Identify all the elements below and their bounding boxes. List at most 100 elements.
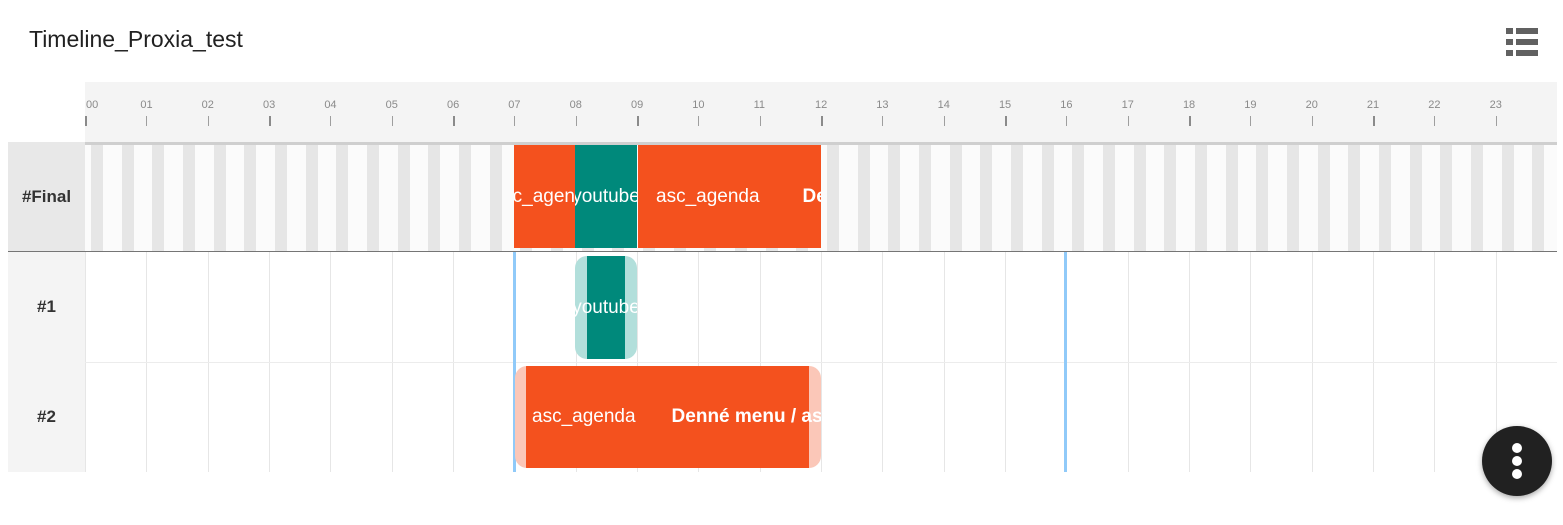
hour-tick bbox=[759, 116, 761, 126]
hour-label: 18 bbox=[1182, 99, 1196, 111]
slot-stripe bbox=[244, 145, 257, 251]
hour-label: 01 bbox=[140, 99, 153, 111]
row1-block-youtube[interactable]: youtube bbox=[575, 256, 637, 359]
slot-stripe bbox=[489, 145, 502, 251]
slot-stripe bbox=[826, 145, 839, 251]
slot-stripe bbox=[213, 145, 226, 251]
row-divider bbox=[85, 362, 1557, 363]
hour-tick bbox=[1004, 116, 1007, 126]
hour-tick bbox=[820, 116, 823, 126]
hour-label: 10 bbox=[692, 99, 705, 111]
timeline: 00 01 02 03 04 05 06 07 08 09 10 11 12 13 14 15 16 17 18 19… bbox=[8, 82, 1557, 472]
hour-tick bbox=[698, 116, 700, 126]
final-block-asc-agenda-end[interactable]: asc_agenda De bbox=[638, 145, 821, 248]
row-label-1: #1 bbox=[8, 252, 85, 362]
slot-stripe bbox=[1378, 145, 1391, 251]
schedule-grid: youtube asc_agenda Denné menu / as bbox=[85, 252, 1557, 472]
hour-tick bbox=[1434, 116, 1436, 126]
slot-stripe bbox=[274, 145, 287, 251]
hour-label: 00 bbox=[86, 99, 99, 111]
hour-tick bbox=[207, 116, 209, 126]
hour-label: 07 bbox=[508, 99, 521, 111]
slot-stripe bbox=[918, 145, 931, 251]
slot-stripe bbox=[1532, 145, 1545, 251]
hour-tick bbox=[943, 116, 945, 126]
hour-label: 06 bbox=[446, 99, 460, 111]
slot-stripe bbox=[366, 145, 379, 251]
slot-stripe bbox=[182, 145, 195, 251]
hour-label: 13 bbox=[876, 99, 889, 111]
final-block-label: c_agen bbox=[514, 185, 575, 207]
hour-tick bbox=[1311, 116, 1313, 126]
hour-label: 02 bbox=[201, 99, 214, 111]
row1-block-label: youtube bbox=[575, 296, 637, 318]
hour-label: 05 bbox=[385, 99, 398, 111]
page-title: Timeline_Proxia_test bbox=[29, 26, 243, 52]
hour-label: 12 bbox=[814, 99, 828, 111]
final-block-label: youtube bbox=[575, 185, 637, 207]
slot-stripe bbox=[1286, 145, 1299, 251]
slot-stripe bbox=[1440, 145, 1453, 251]
slot-stripe bbox=[91, 145, 103, 251]
hour-tick bbox=[452, 116, 455, 126]
slot-stripe bbox=[458, 145, 471, 251]
hour-label: 08 bbox=[569, 99, 582, 111]
slot-stripe bbox=[1348, 145, 1361, 251]
slot-stripe bbox=[1041, 145, 1054, 251]
slot-stripe bbox=[1010, 145, 1023, 251]
list-view-icon[interactable] bbox=[1506, 28, 1538, 56]
slot-stripe bbox=[121, 145, 134, 251]
final-block-youtube[interactable]: youtube bbox=[575, 145, 637, 248]
hour-label: 21 bbox=[1366, 99, 1380, 111]
hour-label: 20 bbox=[1305, 99, 1318, 111]
hour-tick bbox=[330, 116, 332, 126]
hour-tick bbox=[268, 116, 271, 126]
hour-label: 23 bbox=[1489, 99, 1502, 111]
hour-label: 09 bbox=[630, 99, 644, 111]
final-track: c_agen youtube asc_agenda De bbox=[85, 142, 1557, 251]
slot-stripe bbox=[1102, 145, 1115, 251]
hour-label: 11 bbox=[753, 99, 766, 111]
hour-label: 04 bbox=[324, 99, 337, 111]
row-label-final: #Final bbox=[8, 142, 85, 251]
hour-label: 22 bbox=[1428, 99, 1441, 111]
row2-block-label-bold: Denné menu / as bbox=[671, 406, 821, 427]
hour-label: 16 bbox=[1060, 99, 1073, 111]
slot-stripe bbox=[1317, 145, 1330, 251]
slot-stripe bbox=[1133, 145, 1146, 251]
slot-stripe bbox=[1225, 145, 1238, 251]
final-block-asc-agenda-start[interactable]: c_agen bbox=[514, 145, 575, 248]
hour-tick bbox=[1495, 116, 1497, 126]
time-axis: 00 01 02 03 04 05 06 07 08 09 10 11 12 13 14 15 16 17 18 19… bbox=[85, 82, 1557, 142]
hour-tick bbox=[1188, 116, 1191, 126]
row2-block-label: asc_agenda bbox=[532, 406, 636, 427]
final-block-label-bold: De bbox=[802, 185, 821, 207]
row-label-2: #2 bbox=[8, 362, 85, 472]
slot-stripe bbox=[1470, 145, 1483, 251]
hour-tick bbox=[85, 116, 87, 126]
final-block-label: asc_agenda bbox=[656, 185, 760, 207]
row2-block-asc-agenda[interactable]: asc_agenda Denné menu / as bbox=[515, 366, 821, 468]
slot-stripe bbox=[1501, 145, 1514, 251]
slot-stripe bbox=[949, 145, 962, 251]
slot-stripe bbox=[336, 145, 349, 251]
more-vert-icon[interactable] bbox=[1482, 426, 1552, 496]
slot-stripe bbox=[888, 145, 901, 251]
time-marker bbox=[1064, 252, 1067, 472]
hour-label: 15 bbox=[998, 99, 1012, 111]
hour-tick bbox=[636, 116, 639, 126]
slot-stripe bbox=[980, 145, 993, 251]
hour-tick bbox=[391, 116, 393, 126]
slot-stripe bbox=[1164, 145, 1177, 251]
slot-stripe bbox=[1072, 145, 1085, 251]
hour-label: 14 bbox=[937, 99, 950, 111]
slot-stripe bbox=[397, 145, 410, 251]
slot-stripe bbox=[428, 145, 441, 251]
hour-tick bbox=[1372, 116, 1375, 126]
hour-tick bbox=[1127, 116, 1129, 126]
hour-tick bbox=[514, 116, 516, 126]
slot-stripe bbox=[1256, 145, 1269, 251]
slot-stripe bbox=[1194, 145, 1207, 251]
hour-label: 17 bbox=[1121, 99, 1134, 111]
hour-tick bbox=[146, 116, 148, 126]
